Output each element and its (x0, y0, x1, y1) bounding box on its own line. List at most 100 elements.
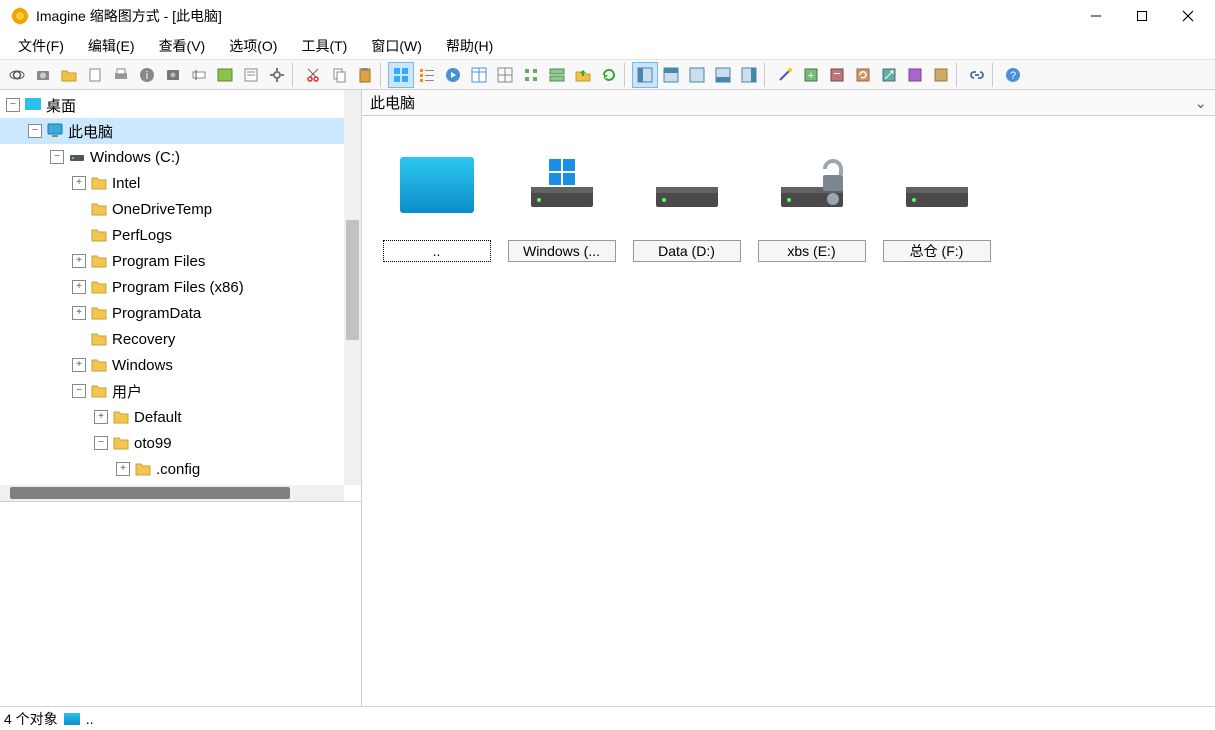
view-small-icon[interactable] (518, 62, 544, 88)
camera-icon[interactable] (30, 62, 56, 88)
thumbnail-item[interactable]: Data (D:) (624, 140, 749, 262)
folder-icon (90, 330, 108, 348)
info-icon[interactable]: i (134, 62, 160, 88)
scrollbar-thumb[interactable] (10, 487, 290, 499)
expand-icon[interactable]: + (94, 410, 108, 424)
zoom-in-icon[interactable]: + (798, 62, 824, 88)
tree-label: Windows (112, 357, 173, 374)
wallpaper-icon[interactable] (212, 62, 238, 88)
tree-label: Intel (112, 175, 140, 192)
copy-icon[interactable] (326, 62, 352, 88)
tree-item[interactable]: PerfLogs (0, 222, 361, 248)
thumbnail-item[interactable]: 总仓 (F:) (874, 140, 999, 262)
screenshot-icon[interactable] (160, 62, 186, 88)
rename-icon[interactable] (186, 62, 212, 88)
view-list-icon[interactable] (414, 62, 440, 88)
pane-4-icon[interactable] (710, 62, 736, 88)
thumbnail-label: Windows (... (508, 240, 616, 262)
print-icon[interactable] (108, 62, 134, 88)
tree-item[interactable]: Recovery (0, 326, 361, 352)
tree-item[interactable]: +Program Files (x86) (0, 274, 361, 300)
paste-icon[interactable] (352, 62, 378, 88)
refresh-icon[interactable] (596, 62, 622, 88)
tree-item[interactable]: +Program Files (0, 248, 361, 274)
thumbnail-item[interactable]: .. (374, 140, 499, 262)
chevron-down-icon[interactable]: ⌄ (1194, 94, 1207, 112)
collapse-icon[interactable]: − (28, 124, 42, 138)
menu-file[interactable]: 文件(F) (6, 32, 76, 60)
tree-item[interactable]: − oto99 (0, 430, 361, 456)
tree-item[interactable]: + Windows (0, 352, 361, 378)
new-icon[interactable] (82, 62, 108, 88)
collapse-icon[interactable]: − (6, 98, 20, 112)
expand-icon[interactable]: + (72, 358, 86, 372)
properties-icon[interactable] (238, 62, 264, 88)
tree-scrollbar-vertical[interactable] (344, 90, 361, 485)
folder-open-icon[interactable] (56, 62, 82, 88)
folder-icon (90, 382, 108, 400)
drive-icon (650, 140, 724, 230)
zoom-out-icon[interactable]: − (824, 62, 850, 88)
minimize-button[interactable] (1073, 0, 1119, 32)
tree-item[interactable]: − Windows (C:) (0, 144, 361, 170)
thumbnail-item[interactable]: Windows (... (499, 140, 624, 262)
menu-help[interactable]: 帮助(H) (434, 32, 505, 60)
expand-icon[interactable]: + (72, 176, 86, 190)
view-grid-icon[interactable] (492, 62, 518, 88)
tree-label: Windows (C:) (90, 149, 180, 166)
menu-options[interactable]: 选项(O) (217, 32, 289, 60)
svg-text:−: − (833, 66, 841, 81)
slideshow-icon[interactable] (440, 62, 466, 88)
effects-icon[interactable] (928, 62, 954, 88)
rotate-icon[interactable] (850, 62, 876, 88)
close-button[interactable] (1165, 0, 1211, 32)
menu-bar: 文件(F) 编辑(E) 查看(V) 选项(O) 工具(T) 窗口(W) 帮助(H… (0, 32, 1215, 60)
tree-item[interactable]: +ProgramData (0, 300, 361, 326)
scrollbar-thumb[interactable] (346, 220, 359, 340)
settings-gear-icon[interactable] (264, 62, 290, 88)
collapse-icon[interactable]: − (50, 150, 64, 164)
view-detail-icon[interactable] (466, 62, 492, 88)
tree-item[interactable]: +.config (0, 456, 361, 482)
path-bar[interactable]: 此电脑 ⌄ (362, 90, 1215, 116)
tree-label: oto99 (134, 435, 172, 452)
menu-view[interactable]: 查看(V) (147, 32, 218, 60)
maximize-button[interactable] (1119, 0, 1165, 32)
menu-edit[interactable]: 编辑(E) (76, 32, 147, 60)
expand-icon[interactable]: + (72, 254, 86, 268)
toolbar-separator (992, 63, 998, 87)
collapse-icon[interactable]: − (72, 384, 86, 398)
view-tiles-icon[interactable] (544, 62, 570, 88)
menu-window[interactable]: 窗口(W) (359, 32, 434, 60)
tree-item[interactable]: +Default (0, 404, 361, 430)
tree-item[interactable]: OneDriveTemp (0, 196, 361, 222)
pane-1-icon[interactable] (632, 62, 658, 88)
tree-item[interactable]: + Intel (0, 170, 361, 196)
tree-item[interactable]: −桌面 (0, 92, 361, 118)
pane-3-icon[interactable] (684, 62, 710, 88)
tool-wand-icon[interactable] (772, 62, 798, 88)
expand-icon[interactable]: + (116, 462, 130, 476)
expand-icon[interactable]: + (72, 306, 86, 320)
view-thumb-icon[interactable] (388, 62, 414, 88)
toolbar-separator (292, 63, 298, 87)
collapse-icon[interactable]: − (94, 436, 108, 450)
expand-icon[interactable]: + (72, 280, 86, 294)
thumbnail-item[interactable]: xbs (E:) (749, 140, 874, 262)
tree-item[interactable]: −用户 (0, 378, 361, 404)
cut-icon[interactable] (300, 62, 326, 88)
folder-icon (112, 434, 130, 452)
link-icon[interactable] (964, 62, 990, 88)
resize-icon[interactable] (876, 62, 902, 88)
up-folder-icon[interactable] (570, 62, 596, 88)
pane-2-icon[interactable] (658, 62, 684, 88)
tree-item[interactable]: −此电脑 (0, 118, 361, 144)
color-icon[interactable] (902, 62, 928, 88)
eye-icon[interactable] (4, 62, 30, 88)
menu-tools[interactable]: 工具(T) (289, 32, 359, 60)
toolbar-separator (380, 63, 386, 87)
pane-5-icon[interactable] (736, 62, 762, 88)
svg-text:+: + (808, 70, 814, 82)
tree-scrollbar-horizontal[interactable] (0, 485, 344, 501)
help-icon[interactable]: ? (1000, 62, 1026, 88)
